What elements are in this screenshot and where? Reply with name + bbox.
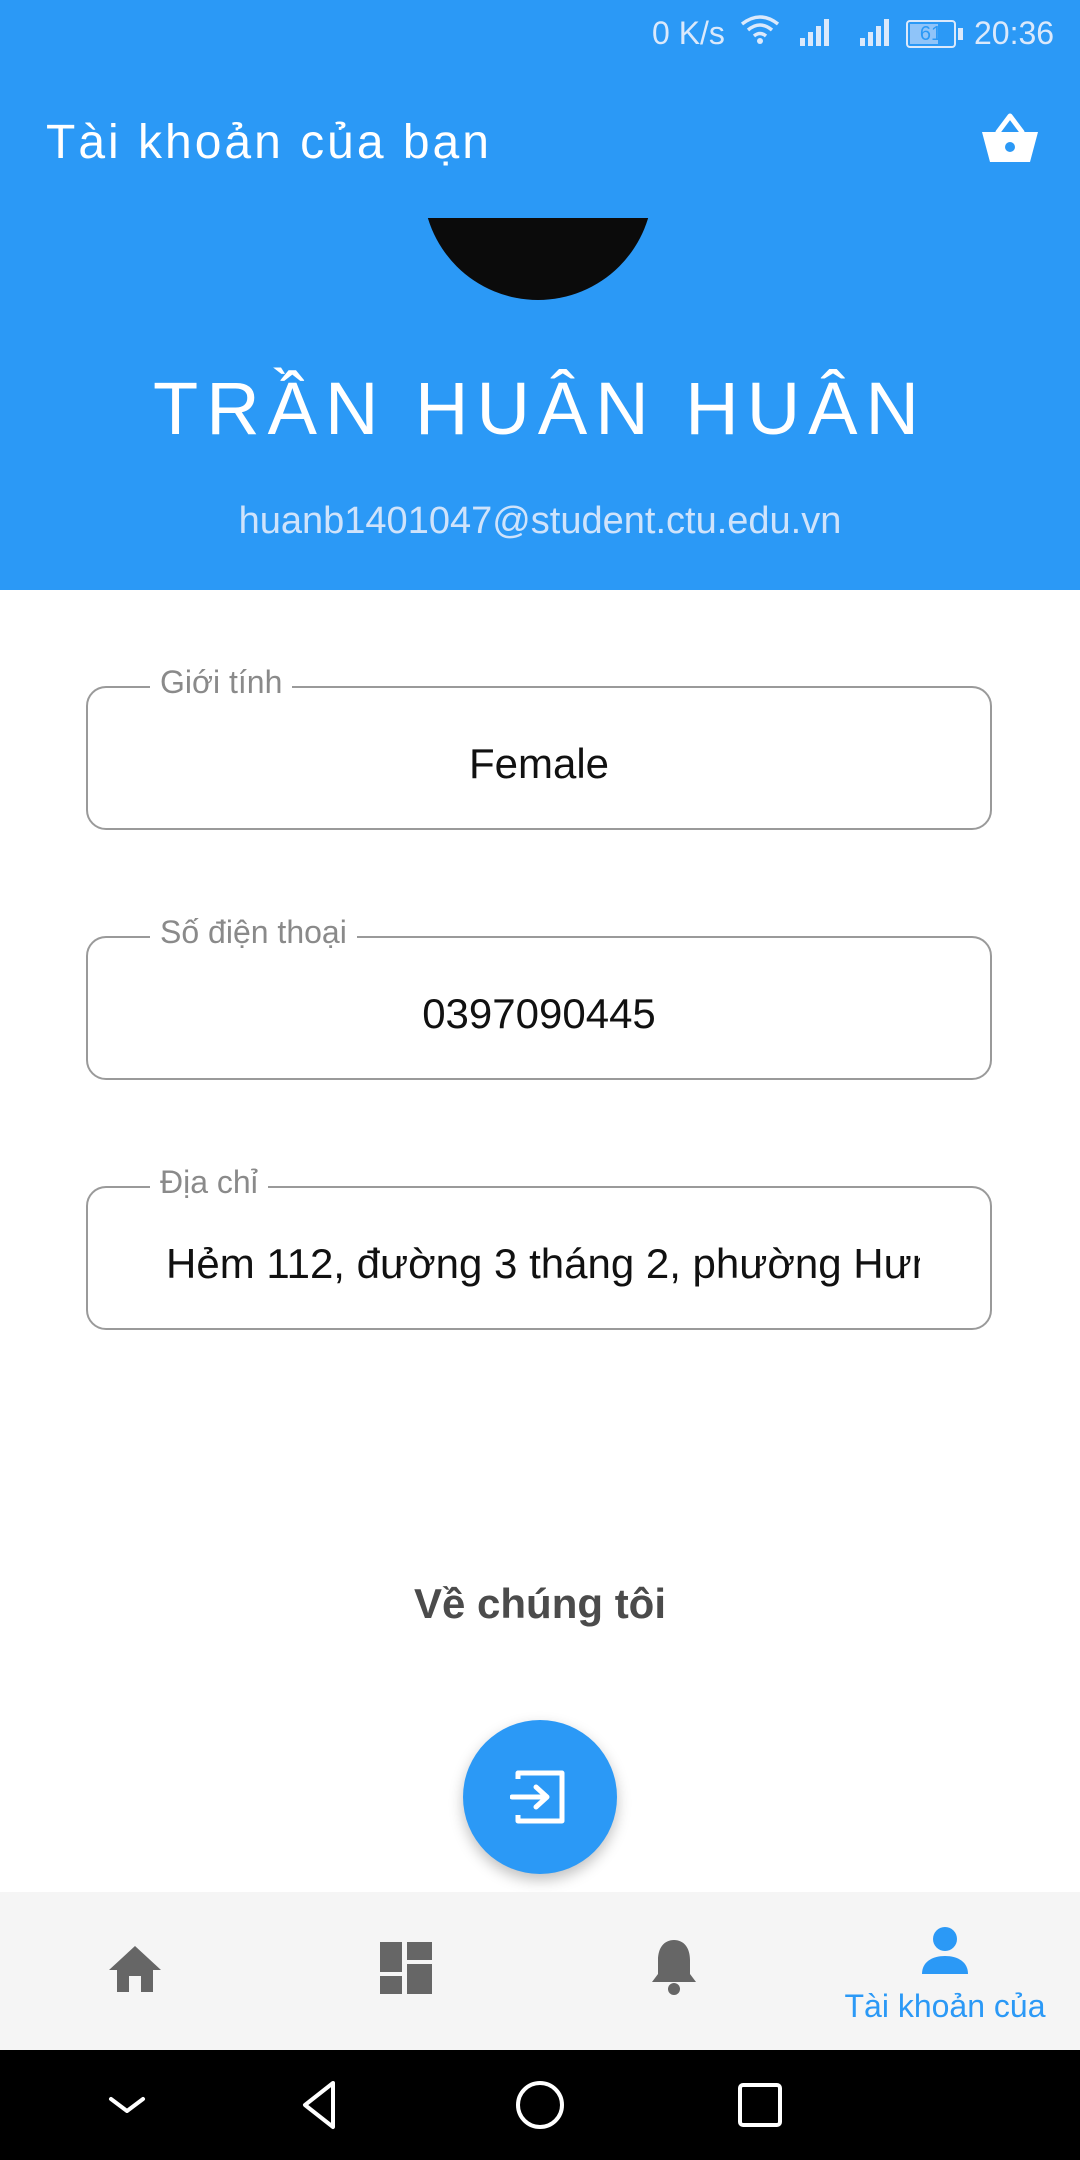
cart-basket-icon[interactable] (980, 110, 1038, 170)
recents-icon[interactable] (705, 2050, 815, 2160)
gender-label: Giới tính (150, 664, 293, 701)
address-value: Hẻm 112, đường 3 tháng 2, phường Hưng Lợ… (166, 1240, 920, 1287)
collapse-icon[interactable] (72, 2050, 182, 2160)
nav-account-label: Tài khoản của (844, 1988, 1046, 2024)
user-email: huanb1401047@student.ctu.edu.vn (238, 500, 842, 542)
app-bar: Tài khoản của bạn (0, 70, 1080, 218)
user-name: TRẦN HUÂN HUÂN (153, 367, 927, 450)
address-label: Địa chỉ (150, 1164, 268, 1201)
signal-icon (800, 16, 834, 54)
battery-level: 61 (919, 23, 943, 45)
gender-value: Female (468, 740, 610, 787)
status-time: 20:36 (974, 15, 1055, 51)
address-field[interactable]: Địa chỉ Hẻm 112, đường 3 tháng 2, phường… (86, 1164, 992, 1330)
dashboard-icon (380, 1942, 432, 1994)
wifi-icon (740, 14, 780, 54)
page-title: Tài khoản của bạn (46, 116, 492, 169)
nav-home[interactable] (0, 1892, 270, 2050)
bell-icon (652, 1940, 696, 1995)
logout-icon (510, 1770, 565, 1824)
battery-icon: 61 (906, 20, 956, 48)
nav-account[interactable]: Tài khoản của (810, 1892, 1080, 2050)
back-icon[interactable] (266, 2050, 376, 2160)
logout-button[interactable] (463, 1720, 617, 1874)
nav-dashboard[interactable] (270, 1892, 540, 2050)
phone-value: 0397090445 (422, 990, 656, 1037)
system-navigation-bar (0, 2050, 1080, 2160)
about-us-link[interactable]: Về chúng tôi (0, 1580, 1080, 1628)
battery-cap (958, 28, 963, 40)
profile-header: 0 K/s 61 20:36 Tài khoản của bạn TRẦN HU… (0, 0, 1080, 590)
gender-field[interactable]: Giới tính Female (86, 664, 992, 830)
phone-label: Số điện thoại (150, 914, 357, 951)
network-speed: 0 K/s (652, 15, 725, 51)
bottom-navigation: Tài khoản của (0, 1892, 1080, 2050)
home-icon (109, 1946, 161, 1992)
home-circle-icon[interactable] (485, 2050, 595, 2160)
status-bar: 0 K/s 61 20:36 (0, 0, 1080, 70)
signal-icon (860, 16, 894, 54)
nav-notifications[interactable] (540, 1892, 810, 2050)
person-icon (922, 1927, 968, 1974)
phone-field[interactable]: Số điện thoại 0397090445 (86, 914, 992, 1080)
